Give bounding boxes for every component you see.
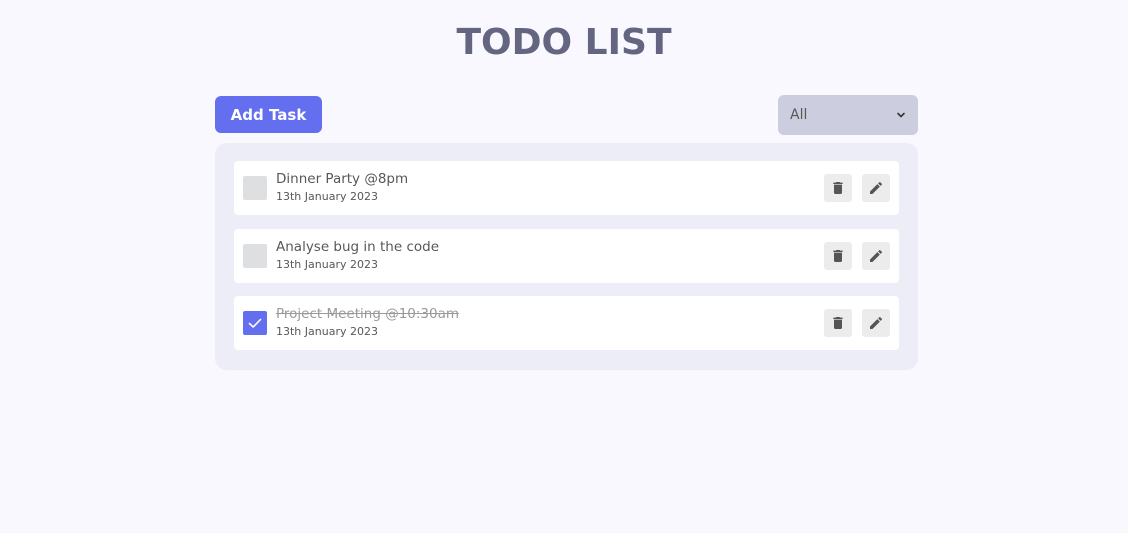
pencil-icon [870,249,883,262]
task-title: Project Meeting @10:30am [276,306,460,322]
edit-task-button[interactable] [862,174,890,202]
pencil-icon [870,316,883,329]
page-title: TODO LIST [456,22,672,63]
delete-task-button[interactable] [824,174,852,202]
task-list: Dinner Party @8pm 13th January 2023 Anal… [215,143,918,370]
task-checkbox-checked[interactable] [243,311,267,335]
trash-icon [833,317,843,329]
toolbar: Add Task All [215,95,918,135]
task-title: Analyse bug in the code [276,239,440,255]
trash-icon [833,250,843,262]
status-filter-select[interactable]: All [778,95,918,135]
task-text: Project Meeting @10:30am 13th January 20… [276,306,459,339]
task-checkbox[interactable] [243,244,267,268]
add-task-button[interactable]: Add Task [215,96,322,133]
chevron-down-icon [897,112,905,118]
task-title: Dinner Party @8pm [276,171,409,187]
task-date: 13th January 2023 [276,258,378,271]
task-item: Analyse bug in the code 13th January 202… [234,229,899,283]
task-text: Dinner Party @8pm 13th January 2023 [276,171,408,204]
filter-selected-value: All [790,107,808,123]
task-date: 13th January 2023 [276,190,378,203]
delete-task-button[interactable] [824,242,852,270]
checkmark-icon [248,318,262,328]
task-item: Dinner Party @8pm 13th January 2023 [234,161,899,215]
trash-icon [833,182,843,194]
edit-task-button[interactable] [862,242,890,270]
task-checkbox[interactable] [243,176,267,200]
edit-task-button[interactable] [862,309,890,337]
pencil-icon [870,181,883,194]
delete-task-button[interactable] [824,309,852,337]
task-item: Project Meeting @10:30am 13th January 20… [234,296,899,350]
task-date: 13th January 2023 [276,325,378,338]
task-text: Analyse bug in the code 13th January 202… [276,239,439,272]
